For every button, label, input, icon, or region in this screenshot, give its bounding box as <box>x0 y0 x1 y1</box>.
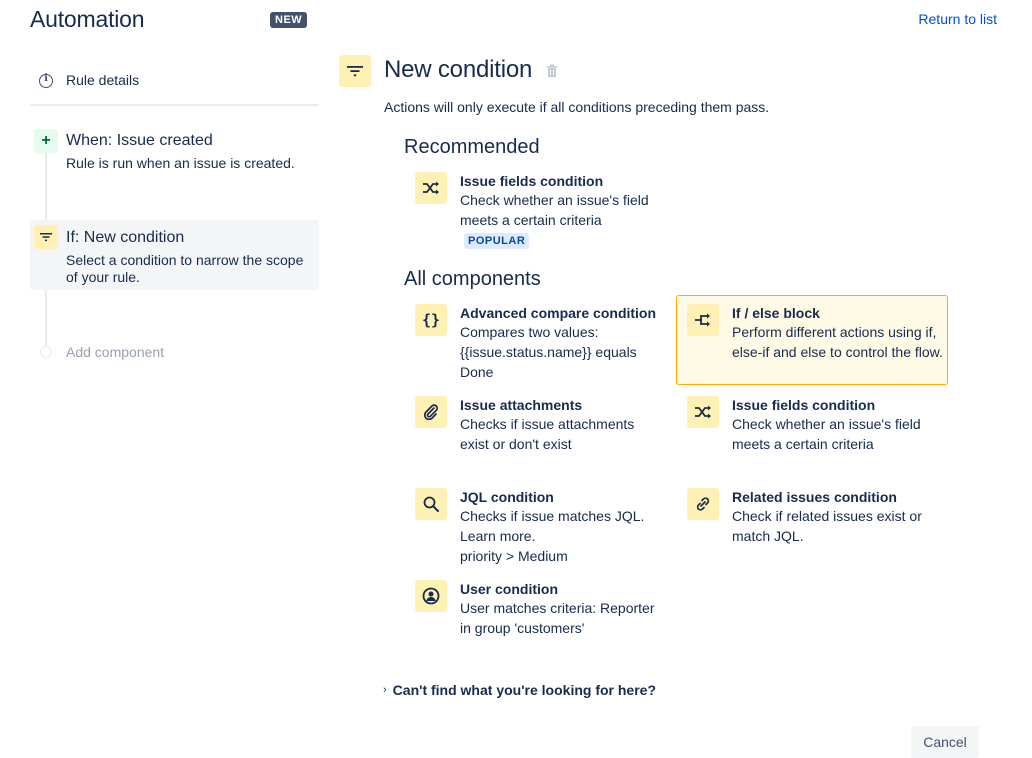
component-title: JQL condition <box>460 489 554 505</box>
add-component-button[interactable]: Add component <box>40 344 164 360</box>
component-title: User condition <box>460 581 559 597</box>
step-description: Select a condition to narrow the scope o… <box>66 252 304 285</box>
component-description: Check whether an issue's field meets a c… <box>732 416 921 452</box>
info-icon <box>39 73 53 88</box>
new-badge: NEW <box>270 12 308 28</box>
trash-icon[interactable] <box>546 64 558 83</box>
braces-icon: {} <box>415 304 447 336</box>
component-issue-fields-recommended[interactable]: Issue fields condition Check whether an … <box>415 172 685 249</box>
component-advanced-compare[interactable]: {} Advanced compare condition Compares t… <box>415 304 670 382</box>
component-description: Checks if issue attachments exist or don… <box>460 416 635 452</box>
plus-icon: + <box>34 129 58 153</box>
cancel-button[interactable]: Cancel <box>911 726 979 758</box>
cant-find-label: Can't find what you're looking for here? <box>392 682 657 698</box>
component-title: If / else block <box>732 305 820 321</box>
component-title: Issue fields condition <box>732 397 876 413</box>
cant-find-expander[interactable]: › Can't find what you're looking for her… <box>383 682 656 698</box>
rule-details-label: Rule details <box>66 72 140 88</box>
filter-icon <box>34 225 58 249</box>
component-jql-condition[interactable]: JQL condition Checks if issue matches JQ… <box>415 488 685 566</box>
popular-badge: POPULAR <box>464 233 530 249</box>
step-description: Rule is run when an issue is created. <box>66 155 295 171</box>
component-description: User matches criteria: Reporter in group… <box>460 600 655 636</box>
step-when-issue-created[interactable]: + When: Issue created Rule is run when a… <box>30 129 319 189</box>
return-to-list-link[interactable]: Return to list <box>918 11 997 27</box>
component-example: priority > Medium <box>460 548 568 564</box>
component-user-condition[interactable]: User condition User matches criteria: Re… <box>415 580 685 638</box>
all-components-heading: All components <box>404 268 541 290</box>
page-title: New condition <box>384 56 533 83</box>
app-title: Automation <box>30 6 145 32</box>
component-description: Compares two values: {{issue.status.name… <box>460 324 637 380</box>
component-description: Check whether an issue's field meets a c… <box>460 192 649 228</box>
filter-icon <box>339 55 371 87</box>
link-icon <box>687 488 719 520</box>
circle-icon <box>40 346 52 358</box>
component-related-issues[interactable]: Related issues condition Check if relate… <box>687 488 957 546</box>
shuffle-icon <box>415 172 447 204</box>
search-icon <box>415 488 447 520</box>
component-if-else-block[interactable]: If / else block Perform different action… <box>676 295 948 385</box>
paperclip-icon <box>415 396 447 428</box>
step-title: When: Issue created <box>66 132 213 149</box>
chevron-right-icon: › <box>383 684 387 696</box>
component-issue-fields-condition[interactable]: Issue fields condition Check whether an … <box>687 396 957 454</box>
component-title: Advanced compare condition <box>460 305 657 321</box>
page-subtitle: Actions will only execute if all conditi… <box>384 99 770 115</box>
component-issue-attachments[interactable]: Issue attachments Checks if issue attach… <box>415 396 685 454</box>
recommended-heading: Recommended <box>404 136 540 158</box>
component-title: Issue attachments <box>460 397 583 413</box>
step-title: If: New condition <box>66 229 185 246</box>
component-title: Related issues condition <box>732 489 897 505</box>
component-description: Check if related issues exist or match J… <box>732 508 922 544</box>
user-icon <box>415 580 447 612</box>
shuffle-icon <box>687 396 719 428</box>
component-description: Perform different actions using if, else… <box>732 324 943 360</box>
component-title: Issue fields condition <box>460 173 604 189</box>
step-if-new-condition[interactable]: If: New condition Select a condition to … <box>30 220 319 290</box>
branch-icon <box>687 304 719 336</box>
component-description: Checks if issue matches JQL. Learn more. <box>460 508 645 544</box>
add-component-label: Add component <box>66 344 165 360</box>
rule-details-item[interactable]: Rule details <box>30 64 319 106</box>
